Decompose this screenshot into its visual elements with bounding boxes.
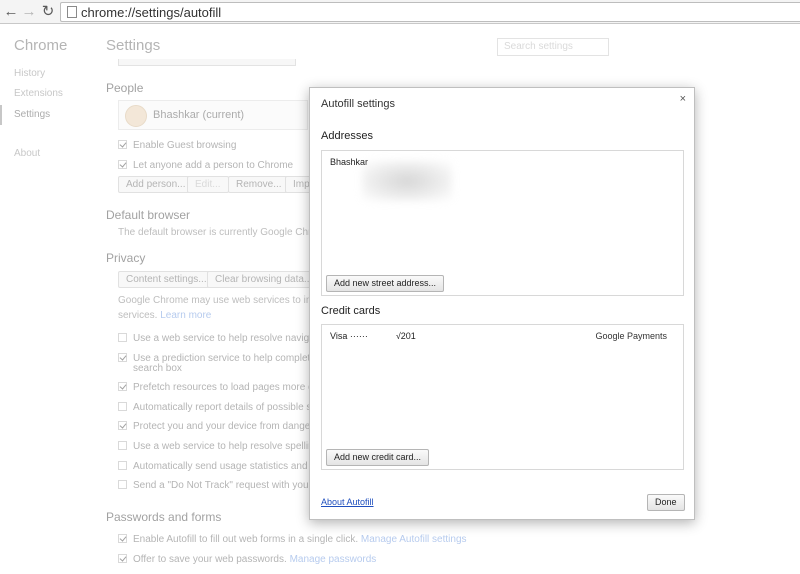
url-text[interactable]: chrome://settings/autofill: [81, 5, 221, 20]
done-button[interactable]: Done: [647, 494, 685, 511]
browser-toolbar: ← → ↻ chrome://settings/autofill: [0, 0, 800, 24]
addresses-list: Bhashkar Add new street address...: [321, 150, 684, 296]
credit-card-entry[interactable]: Visa ······ √201: [330, 331, 416, 341]
card-number-suffix: √201: [395, 331, 416, 341]
add-credit-card-button[interactable]: Add new credit card...: [326, 449, 430, 466]
credit-cards-heading: Credit cards: [321, 305, 381, 317]
address-bar[interactable]: chrome://settings/autofill: [60, 2, 800, 22]
card-number-prefix: Visa ······: [330, 331, 368, 341]
back-arrow-icon[interactable]: ←: [2, 3, 20, 21]
reload-icon[interactable]: ↻: [39, 3, 57, 21]
add-street-address-button[interactable]: Add new street address...: [326, 275, 445, 292]
about-autofill-link[interactable]: About Autofill: [321, 497, 374, 507]
addresses-heading: Addresses: [321, 130, 373, 142]
close-icon[interactable]: ×: [680, 93, 686, 105]
forward-arrow-icon[interactable]: →: [20, 3, 38, 21]
dialog-title: Autofill settings: [321, 98, 395, 110]
credit-cards-list: Visa ······ √201 Google Payments Add new …: [321, 324, 684, 470]
redacted-address-blur: [362, 161, 452, 201]
page-icon: [67, 6, 77, 18]
autofill-settings-dialog: Autofill settings × Addresses Bhashkar A…: [309, 87, 695, 520]
card-source: Google Payments: [595, 331, 667, 341]
